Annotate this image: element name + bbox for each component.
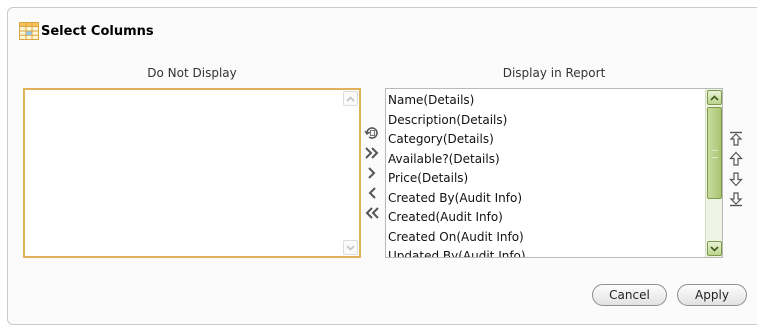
cancel-button[interactable]: Cancel — [592, 284, 667, 306]
left-scroll-down-button[interactable] — [343, 240, 358, 255]
panel-header: Select Columns — [19, 21, 154, 41]
move-down-button[interactable] — [729, 171, 743, 187]
list-item[interactable]: Updated By(Audit Info) — [388, 247, 702, 257]
move-up-icon — [729, 151, 743, 166]
move-bottom-icon — [729, 192, 743, 207]
do-not-display-heading: Do Not Display — [147, 66, 237, 80]
right-scroll-down-button[interactable] — [707, 241, 722, 256]
move-down-icon — [729, 172, 743, 187]
move-all-button[interactable] — [364, 145, 380, 161]
table-grid-icon — [19, 22, 39, 40]
list-item[interactable]: Category(Details) — [388, 130, 702, 150]
remove-all-button[interactable] — [364, 205, 380, 221]
display-in-report-list[interactable]: Name(Details) Description(Details) Categ… — [385, 88, 723, 258]
move-bottom-button[interactable] — [729, 191, 743, 207]
chevron-down-icon — [710, 245, 719, 252]
move-top-icon — [729, 131, 743, 146]
do-not-display-list[interactable] — [23, 88, 361, 258]
remove-all-icon — [365, 207, 379, 219]
right-list-scrollbar[interactable] — [705, 89, 722, 257]
move-up-button[interactable] — [729, 151, 743, 167]
display-in-report-items: Name(Details) Description(Details) Categ… — [388, 91, 702, 257]
move-icon — [368, 167, 376, 179]
list-item[interactable]: Description(Details) — [388, 111, 702, 131]
list-item[interactable]: Created(Audit Info) — [388, 208, 702, 228]
display-in-report-heading: Display in Report — [502, 66, 606, 80]
left-list-scrollbar[interactable] — [342, 90, 359, 256]
move-all-icon — [365, 147, 379, 159]
right-scroll-thumb[interactable] — [707, 107, 722, 199]
list-item[interactable]: Available?(Details) — [388, 150, 702, 170]
left-scroll-up-button[interactable] — [343, 91, 358, 106]
list-item[interactable]: Created On(Audit Info) — [388, 228, 702, 248]
do-not-display-items — [27, 92, 339, 256]
list-item[interactable]: Created By(Audit Info) — [388, 189, 702, 209]
remove-button[interactable] — [364, 185, 380, 201]
apply-button[interactable]: Apply — [677, 284, 747, 306]
chevron-down-icon — [346, 244, 355, 251]
scroll-grip-icon — [712, 150, 718, 158]
list-item[interactable]: Price(Details) — [388, 169, 702, 189]
remove-icon — [368, 187, 376, 199]
move-top-button[interactable] — [729, 131, 743, 147]
move-button[interactable] — [364, 165, 380, 181]
chevron-up-icon — [346, 95, 355, 102]
reset-icon — [364, 127, 378, 139]
chevron-up-icon — [710, 94, 719, 101]
reset-button[interactable] — [364, 125, 380, 141]
panel-title: Select Columns — [41, 23, 154, 39]
list-item[interactable]: Name(Details) — [388, 91, 702, 111]
right-scroll-up-button[interactable] — [707, 90, 722, 105]
